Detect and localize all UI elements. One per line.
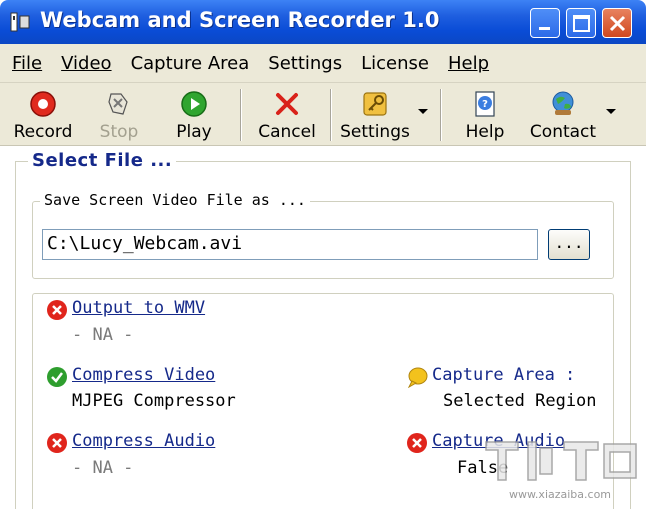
menu-file-label: File [12,52,43,74]
cancel-button[interactable]: Cancel [250,86,324,144]
stop-icon [108,93,128,115]
compress-audio-link[interactable]: Compress Audio [72,431,215,451]
file-path-input[interactable]: C:\Lucy_Webcam.avi [42,229,538,260]
output-wmv-link[interactable]: Output to WMV [72,298,205,318]
menu-help[interactable]: Help [448,53,489,74]
svg-text:?: ? [482,99,488,110]
menu-settings-label: Settings [268,52,343,74]
menu-license[interactable]: License [361,53,429,74]
close-icon [609,15,626,32]
info-bubble-icon [407,367,428,388]
menu-video[interactable]: Video [61,53,111,74]
toolbar: Record Stop Play Cancel Settings ? Help … [0,83,646,146]
record-icon [30,91,56,117]
play-icon [181,91,207,117]
contact-label: Contact [529,122,597,142]
contact-dropdown-arrow[interactable] [606,109,616,114]
toolbar-separator [240,89,242,141]
settings-icon [363,92,387,116]
maximize-icon [573,15,590,32]
check-icon [47,367,67,387]
menu-video-label: Video [61,52,112,74]
record-button[interactable]: Record [6,86,80,144]
output-wmv-value: - NA - [72,325,134,345]
window-title: Webcam and Screen Recorder 1.0 [40,8,440,32]
menu-help-label: Help [447,52,490,74]
compress-video-value: MJPEG Compressor [72,391,236,411]
maximize-button[interactable] [566,8,596,38]
error-icon [407,433,427,453]
contact-icon [552,91,574,115]
help-button[interactable]: ? Help [458,86,512,144]
menu-license-label: License [361,52,429,74]
cancel-icon [276,93,298,115]
select-file-title: Select File ... [28,150,177,171]
toolbar-separator [440,89,442,141]
cancel-label: Cancel [258,122,316,142]
settings-button[interactable]: Settings [336,86,414,144]
contact-button[interactable]: Contact [524,86,602,144]
help-label: Help [465,122,505,142]
record-label: Record [13,122,73,142]
error-icon [47,433,67,453]
watermark-logo: www.xiazaiba.com [485,441,637,501]
error-icon [47,300,67,320]
title-bar: Webcam and Screen Recorder 1.0 [0,0,646,44]
menu-file[interactable]: File [12,53,42,74]
toolbar-separator [330,89,332,141]
save-file-group-title-text: Save Screen Video File as ... [44,191,306,209]
menu-settings[interactable]: Settings [268,53,342,74]
compress-video-link[interactable]: Compress Video [72,365,215,385]
stop-label: Stop [99,122,139,142]
play-label: Play [176,122,212,142]
stop-button[interactable]: Stop [88,86,150,144]
menu-capture-area-label: Capture Area [130,52,250,74]
settings-label: Settings [340,122,410,142]
settings-dropdown-arrow[interactable] [418,109,428,114]
close-button[interactable] [602,8,632,38]
compress-audio-value: - NA - [72,458,134,478]
watermark-url: www.xiazaiba.com [509,488,611,501]
play-button[interactable]: Play [162,86,226,144]
help-icon: ? [475,91,495,117]
browse-button[interactable]: ... [548,229,590,260]
menu-bar: File Video Capture Area Settings License… [0,44,646,83]
save-file-group-title: SSave Screen Video File as ... [40,191,310,209]
capture-area-label: Capture Area : [432,365,576,385]
minimize-button[interactable] [530,8,560,38]
app-icon[interactable] [8,10,32,34]
menu-capture-area[interactable]: Capture Area [131,53,250,74]
minimize-icon [539,27,550,30]
capture-area-value: Selected Region [443,391,597,411]
